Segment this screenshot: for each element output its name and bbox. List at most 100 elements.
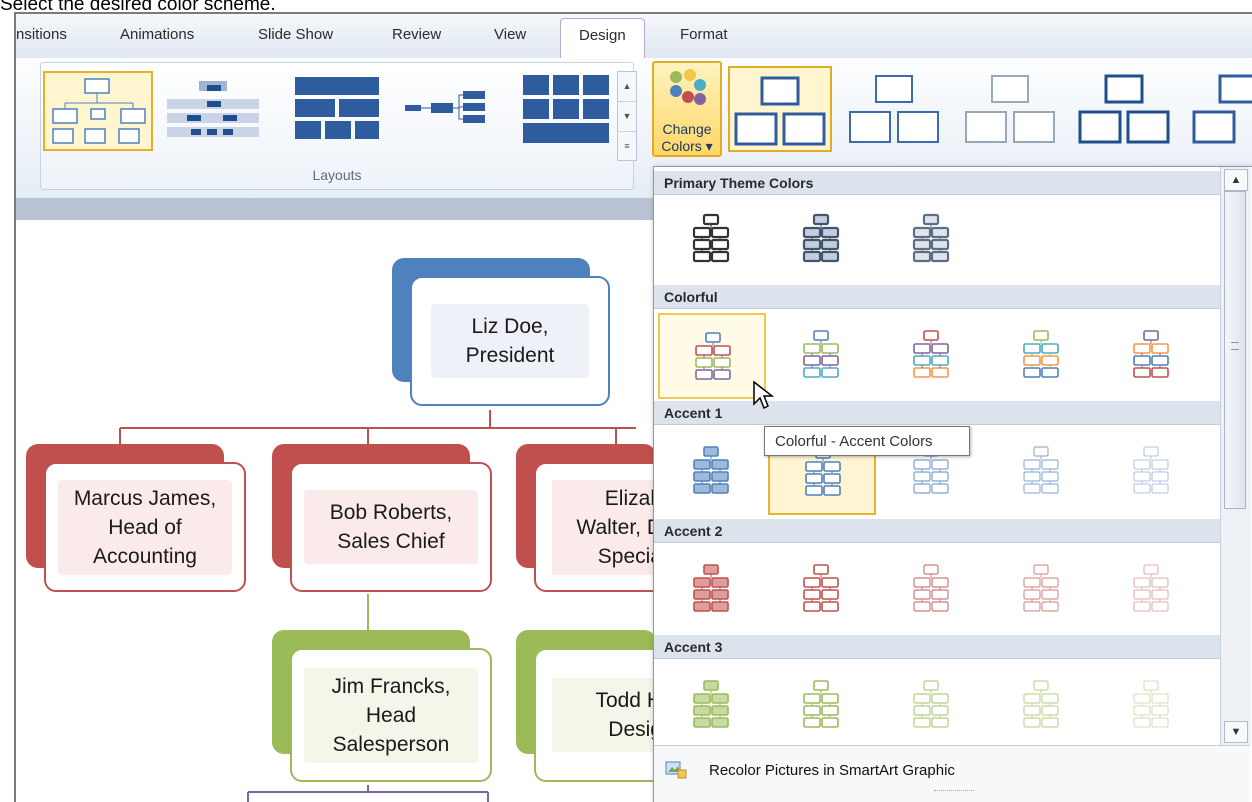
color-option-transparent-gradient-range-accent-2[interactable]: [1098, 547, 1206, 633]
tab-transitions[interactable]: nsitions: [16, 26, 67, 43]
org-node-marcus-line1: Marcus James,: [73, 486, 217, 510]
org-node-elizabeth[interactable]: Elizab Walter, D Specia: [534, 462, 664, 592]
layout-name-title-thumb[interactable]: [161, 71, 271, 151]
org-chart-color-icon: [692, 213, 730, 263]
org-chart-color-icon: [693, 564, 729, 612]
resize-grip-icon[interactable]: [934, 790, 974, 795]
org-node-marcus[interactable]: Marcus James, Head of Accounting: [44, 462, 246, 592]
change-colors-label: Change Colors ▾: [654, 121, 720, 155]
org-chart-color-icon: [693, 680, 729, 728]
color-option-transparent-gradient-range-accent-3[interactable]: [1098, 663, 1206, 749]
org-node-president[interactable]: Liz Doe, President: [410, 276, 610, 406]
layouts-group-label: Layouts: [312, 167, 362, 183]
org-chart-color-icon: [803, 330, 839, 378]
org-node-bob-line1: Bob Roberts,: [329, 501, 453, 524]
color-option-colorful-range-accent-colors-2-to-3[interactable]: [768, 313, 876, 399]
org-node-jim[interactable]: Jim Francks, Head Salesperson: [290, 648, 492, 782]
recolor-pictures-label: Recolor Pictures in SmartArt Graphic: [709, 762, 955, 779]
layout-half-circle-thumb[interactable]: [281, 71, 391, 151]
org-node-elizabeth-line2: Walter, D: [576, 515, 662, 539]
smartart-style-thumb-3[interactable]: [960, 66, 1064, 152]
table-hierarchy-layout-icon: [523, 75, 609, 143]
change-colors-line2: Colors ▾: [661, 138, 713, 154]
color-option-gradient-range-accent-3[interactable]: [878, 663, 986, 749]
org-node-marcus-line2: Head of: [108, 515, 182, 539]
style-white-outline-icon: [849, 75, 939, 143]
color-option-colored-outline-accent-2[interactable]: [768, 547, 876, 633]
org-chart-color-icon: [1133, 446, 1169, 494]
gallery-footer[interactable]: Recolor Pictures in SmartArt Graphic: [654, 745, 1250, 802]
tab-slide-show[interactable]: Slide Show: [258, 26, 333, 43]
smartart-style-thumb-5[interactable]: [1188, 66, 1252, 152]
smartart-style-thumb-1[interactable]: [728, 66, 832, 152]
color-option-gradient-loop-accent-1[interactable]: [988, 429, 1096, 515]
org-chart-color-icon: [803, 680, 839, 728]
section-accent-2: Accent 2: [654, 519, 1220, 543]
change-colors-button[interactable]: Change Colors ▾: [652, 61, 722, 157]
color-option-gradient-range-accent-2[interactable]: [878, 547, 986, 633]
color-option-colored-outline-accent-3[interactable]: [768, 663, 876, 749]
color-option-colorful-range-accent-colors-4-to-5[interactable]: [988, 313, 1096, 399]
tab-animations[interactable]: Animations: [120, 26, 194, 43]
style-simple-fill-icon: [734, 76, 826, 146]
color-option-dark-2-outline[interactable]: [768, 197, 876, 283]
layout-org-chart-thumb[interactable]: [43, 71, 153, 151]
org-node-jim-line1: Jim Francks,: [331, 674, 451, 698]
change-colors-line1: Change: [662, 121, 712, 137]
org-chart-color-icon: [912, 213, 950, 263]
scroll-up-icon[interactable]: ▲: [618, 72, 636, 102]
org-node-elizabeth-text: Elizab Walter, D Specia: [552, 479, 662, 575]
layouts-gallery-scroll: ▲ ▼ ≡: [617, 71, 637, 161]
color-option-colored-fill-accent-1[interactable]: [658, 429, 766, 515]
powerpoint-window: nsitions Animations Slide Show Review Vi…: [14, 12, 1252, 802]
section-accent-3: Accent 3: [654, 635, 1220, 659]
org-node-bob[interactable]: Bob Roberts, Sales Chief: [290, 462, 492, 592]
tab-design[interactable]: Design: [560, 18, 645, 58]
color-option-colored-fill-accent-2[interactable]: [658, 547, 766, 633]
color-option-colorful-range-accent-colors-3-to-4[interactable]: [878, 313, 986, 399]
horizontal-layout-icon: [405, 91, 485, 123]
smartart-style-thumb-2[interactable]: [844, 66, 948, 152]
name-title-layout-icon: [167, 81, 259, 137]
scroll-up-arrow-icon[interactable]: ▲: [1224, 169, 1248, 191]
smartart-style-thumb-4[interactable]: [1074, 66, 1178, 152]
org-node-jim-line2: Head: [365, 703, 417, 727]
color-option-gradient-loop-accent-2[interactable]: [988, 547, 1096, 633]
scroll-down-icon[interactable]: ▼: [618, 102, 636, 132]
color-option-dark-2-fill[interactable]: [878, 197, 986, 283]
org-node-todd[interactable]: Todd H Desig: [534, 648, 664, 782]
org-node-marcus-line3: Accounting: [93, 544, 197, 568]
tab-format[interactable]: Format: [680, 26, 728, 43]
color-option-transparent-gradient-range-accent-1[interactable]: [1098, 429, 1206, 515]
hierarchy-layout-icon: [295, 77, 379, 139]
org-chart-color-icon: [1133, 330, 1169, 378]
tab-review[interactable]: Review: [392, 26, 441, 43]
section-primary-theme-colors: Primary Theme Colors: [654, 171, 1220, 195]
color-option-colored-fill-accent-3[interactable]: [658, 663, 766, 749]
section-accent-1: Accent 1: [654, 401, 1220, 425]
layout-table-hierarchy-thumb[interactable]: [511, 71, 621, 151]
org-node-marcus-text: Marcus James, Head of Accounting: [58, 479, 232, 575]
layout-horizontal-thumb[interactable]: [401, 71, 511, 151]
org-chart-color-icon: [1023, 446, 1059, 494]
tab-view[interactable]: View: [494, 26, 526, 43]
tooltip: Colorful - Accent Colors: [764, 426, 970, 456]
org-chart-layout-icon: [52, 78, 146, 144]
org-chart-color-icon: [693, 446, 729, 494]
org-chart-color-icon: [1133, 564, 1169, 612]
org-node-jim-text: Jim Francks, Head Salesperson: [304, 667, 478, 763]
gallery-scrollbar[interactable]: ▲ ▼: [1220, 167, 1251, 745]
color-option-colorful-range-accent-colors-5-to-6[interactable]: [1098, 313, 1206, 399]
style-subtle-effect-icon: [965, 75, 1055, 143]
color-option-dark-1-outline[interactable]: [658, 197, 766, 283]
org-chart-color-icon: [802, 213, 840, 263]
color-option-gradient-loop-accent-3[interactable]: [988, 663, 1096, 749]
color-option-colorful-accent-colors[interactable]: [658, 313, 766, 399]
scroll-down-arrow-icon[interactable]: ▼: [1224, 721, 1248, 743]
change-colors-gallery: Primary Theme Colors Colorful Accent 1 A…: [653, 166, 1252, 802]
more-icon[interactable]: ≡: [618, 132, 636, 161]
org-chart-color-icon: [1023, 330, 1059, 378]
scrollbar-thumb[interactable]: [1224, 191, 1246, 509]
style-intense-effect-icon: [1192, 74, 1252, 144]
org-node-president-text: Liz Doe, President: [431, 304, 589, 378]
